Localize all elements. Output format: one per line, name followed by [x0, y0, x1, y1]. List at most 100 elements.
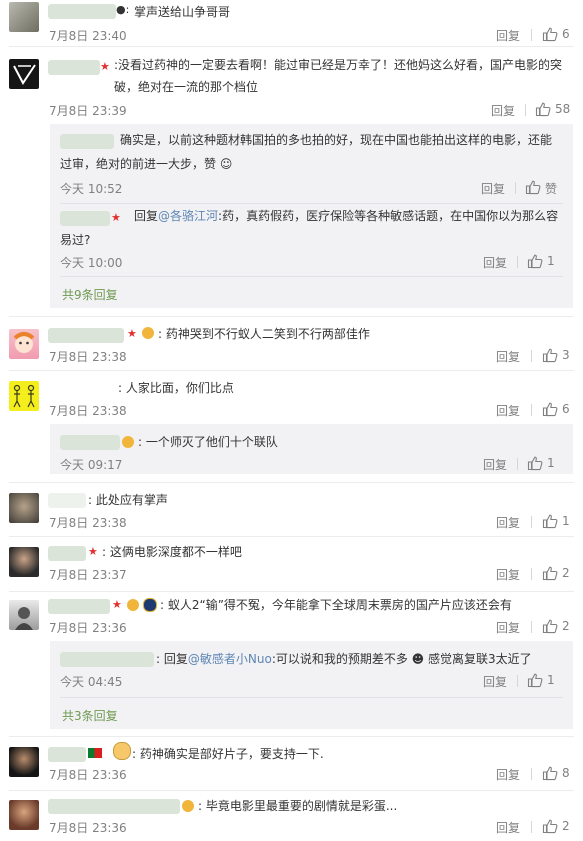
thumbs-up-icon: [542, 348, 558, 363]
reply-time: 今天 10:00: [60, 256, 123, 270]
comment-text: 药神哭到不行蚁人二笑到不行两部佳作: [165, 327, 370, 341]
avatar[interactable]: [9, 547, 39, 577]
username-blurred[interactable]: [60, 435, 120, 450]
like-count: 2: [562, 566, 570, 580]
avatar[interactable]: [9, 59, 39, 89]
like-count: 1: [547, 254, 555, 268]
divider: [517, 458, 518, 470]
reply-thread: 确实是，以前这种题材韩国拍的多也拍的好，现在中国也能拍出这样的电影，还能过审，绝…: [50, 124, 573, 308]
comment-time: 7月8日 23:40: [49, 29, 127, 43]
divider: [525, 104, 526, 116]
comment-item: : 人家比面，你们比点 7月8日 23:38 回复 6 : 一个师灭了他们十个联…: [0, 370, 583, 482]
thumbs-up-icon: [542, 619, 558, 634]
avatar[interactable]: [9, 329, 39, 359]
thumbs-up-icon: [527, 673, 543, 688]
divider: [531, 350, 532, 362]
avatar[interactable]: [9, 600, 39, 630]
reply-time: 今天 10:52: [60, 182, 123, 196]
comment-time: 7月8日 23:39: [49, 104, 127, 118]
avatar[interactable]: [9, 493, 39, 523]
username-blurred[interactable]: [48, 493, 86, 508]
like-count: 6: [562, 402, 570, 416]
username-blurred[interactable]: [48, 381, 114, 396]
reply-button[interactable]: 回复: [496, 766, 520, 783]
avatar[interactable]: [9, 2, 39, 32]
vip-star-icon: ★: [88, 545, 98, 558]
like-count: 6: [562, 27, 570, 41]
reply-button[interactable]: 回复: [496, 348, 520, 365]
thumbs-up-icon: [542, 27, 558, 42]
comment-item: ★ :没看过药神的一定要去看啊！能过审已经是万幸了！还他妈这么好看，国产电影的突…: [0, 46, 583, 316]
comment-item: ★ : 这俩电影深度都不一样吧 7月8日 23:37 回复 2: [0, 536, 583, 591]
divider: [531, 821, 532, 833]
reply-thread: : 一个师灭了他们十个联队 今天 09:17 回复 1: [50, 424, 573, 474]
comment-time: 7月8日 23:36: [49, 621, 127, 635]
username-blurred[interactable]: [48, 747, 86, 762]
reply-button[interactable]: 回复: [496, 402, 520, 419]
vip-star-icon: ★: [112, 598, 122, 611]
member-badge-icon: [142, 327, 154, 339]
doge-emoji-icon: [113, 742, 131, 760]
reply-time: 今天 09:17: [60, 458, 123, 472]
reply-time: 今天 04:45: [60, 675, 123, 689]
comment-item: : 此处应有掌声 7月8日 23:38 回复 1: [0, 482, 583, 536]
reply-button[interactable]: 回复: [483, 673, 507, 690]
comment-text: 毕竟电影里最重要的剧情就是彩蛋...: [205, 799, 398, 813]
reply-button[interactable]: 回复: [483, 254, 507, 271]
vip-star-icon: ★: [100, 60, 110, 73]
like-count: 3: [562, 348, 570, 362]
username-blurred[interactable]: [48, 799, 180, 814]
like-count: 58: [555, 102, 571, 116]
avatar[interactable]: [9, 747, 39, 777]
thumbs-up-icon: [525, 180, 541, 195]
divider: [531, 29, 532, 41]
separator: [60, 276, 563, 277]
like-count: 2: [562, 819, 570, 833]
avatar[interactable]: [9, 800, 39, 830]
reply-button[interactable]: 回复: [496, 619, 520, 636]
username-blurred[interactable]: [48, 546, 86, 561]
reply-text: 一个师灭了他们十个联队: [145, 435, 278, 449]
reply-button[interactable]: 回复: [491, 102, 515, 119]
reply-button[interactable]: 回复: [496, 819, 520, 836]
comment-text: 人家比面，你们比点: [125, 381, 234, 395]
divider: [531, 516, 532, 528]
username-blurred[interactable]: [48, 4, 116, 19]
reply-button[interactable]: 回复: [483, 456, 507, 473]
reply-button[interactable]: 回复: [481, 180, 505, 197]
mention-link[interactable]: @各骆江河: [158, 209, 218, 223]
like-count: 8: [562, 766, 570, 780]
username-blurred[interactable]: [48, 60, 100, 75]
thumbs-up-icon: [535, 102, 551, 117]
member-badge-icon: [127, 599, 139, 611]
thumbs-up-icon: [542, 819, 558, 834]
divider: [531, 621, 532, 633]
comment-time: 7月8日 23:36: [49, 821, 127, 835]
comment-time: 7月8日 23:36: [49, 768, 127, 782]
username-blurred[interactable]: [48, 599, 110, 614]
username-blurred[interactable]: [48, 328, 124, 343]
more-replies-link[interactable]: 共3条回复: [62, 707, 118, 724]
comment-item: : 药神确实是部好片子，要支持一下. 7月8日 23:36 回复 8: [0, 736, 583, 790]
smile-icon: ☺: [216, 157, 233, 171]
comment-text: 药神确实是部好片子，要支持一下.: [139, 747, 324, 761]
divider: [531, 404, 532, 416]
reply-button[interactable]: 回复: [496, 514, 520, 531]
divider: [517, 256, 518, 268]
member-badge-icon: [182, 800, 194, 812]
like-count: 1: [547, 673, 555, 687]
like-count: 赞: [545, 182, 558, 196]
username-blurred[interactable]: [60, 652, 154, 667]
comment-item: ●: 掌声送给山争哥哥 7月8日 23:40 回复 6: [0, 0, 583, 46]
comment-text: 掌声送给山争哥哥: [134, 5, 231, 19]
comment-text: 没看过药神的一定要去看啊！能过审已经是万幸了！还他妈这么好看，国产电影的突破，绝…: [114, 58, 563, 94]
more-replies-link[interactable]: 共9条回复: [62, 286, 118, 303]
avatar[interactable]: [9, 381, 39, 411]
reply-button[interactable]: 回复: [496, 27, 520, 44]
bullet-icon: ●:: [116, 3, 130, 16]
flag-icon: [88, 748, 102, 758]
comment-item: ★ : 蚁人2“输”得不冤，今年能拿下全球周末票房的国产片应该还会有 7月8日 …: [0, 591, 583, 736]
reply-button[interactable]: 回复: [496, 566, 520, 583]
laughing-emoji-icon: ☻: [407, 652, 428, 666]
mention-link[interactable]: @敏感者小Nuo: [188, 652, 272, 666]
